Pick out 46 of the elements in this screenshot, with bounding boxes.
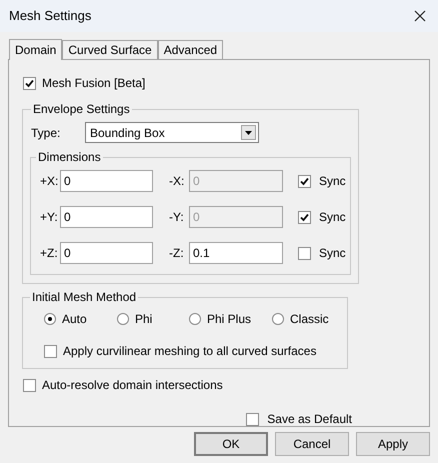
axis-label: -Y: — [169, 209, 185, 226]
radio-button[interactable] — [189, 313, 201, 325]
radio-label: Auto — [62, 311, 87, 328]
type-dropdown[interactable]: Bounding Box — [85, 122, 259, 143]
checkbox[interactable] — [246, 412, 260, 426]
radio-label: Phi — [135, 311, 152, 328]
axis-label: -Z: — [169, 245, 185, 262]
dialog-button[interactable]: Apply — [356, 432, 430, 456]
checkbox[interactable] — [23, 378, 36, 392]
checkbox[interactable] — [298, 174, 311, 188]
group-title: Initial Mesh Method — [31, 289, 138, 306]
checkbox-label: Sync — [319, 209, 346, 226]
input-field[interactable]: 0 — [60, 170, 153, 192]
axis-label: +Z: — [40, 245, 59, 262]
dialog-button[interactable]: Cancel — [275, 432, 349, 456]
group-title: Envelope Settings — [32, 101, 131, 118]
dialog-button[interactable]: OK — [194, 432, 268, 456]
group-title: Dimensions — [37, 149, 102, 166]
checkbox-label: Apply curvilinear meshing to all curved surfaces — [63, 343, 316, 360]
close-icon[interactable] — [414, 10, 426, 22]
tab[interactable]: Domain — [9, 39, 62, 60]
radio-button[interactable] — [117, 313, 129, 325]
checkbox[interactable] — [298, 210, 311, 224]
axis-label: -X: — [169, 173, 186, 190]
radio-button[interactable] — [272, 313, 284, 325]
caret-icon — [245, 130, 252, 134]
radio-label: Classic — [290, 311, 329, 328]
checkbox-label: Mesh Fusion [Beta] — [42, 75, 146, 92]
checkbox-label: Sync — [319, 173, 346, 190]
window-title: Mesh Settings — [9, 7, 92, 26]
input-field[interactable]: 0 — [60, 242, 153, 264]
axis-label: +X: — [40, 173, 60, 190]
checkbox[interactable] — [298, 246, 311, 260]
checkbox-label: Auto-resolve domain intersections — [42, 377, 223, 394]
radio-label: Phi Plus — [207, 311, 252, 328]
checkbox-label: Save as Default — [267, 411, 352, 428]
tab[interactable]: Advanced — [158, 40, 224, 59]
axis-label: +Y: — [40, 209, 59, 226]
checkbox[interactable] — [44, 344, 57, 358]
radio-button[interactable] — [44, 313, 56, 325]
input-field[interactable]: 0 — [60, 206, 153, 228]
tab[interactable]: Curved Surface — [62, 40, 158, 59]
checkbox-label: Sync — [319, 245, 346, 262]
checkbox[interactable] — [23, 76, 36, 90]
type-label: Type: — [30, 124, 62, 142]
input-field[interactable]: 0.1 — [189, 242, 283, 264]
